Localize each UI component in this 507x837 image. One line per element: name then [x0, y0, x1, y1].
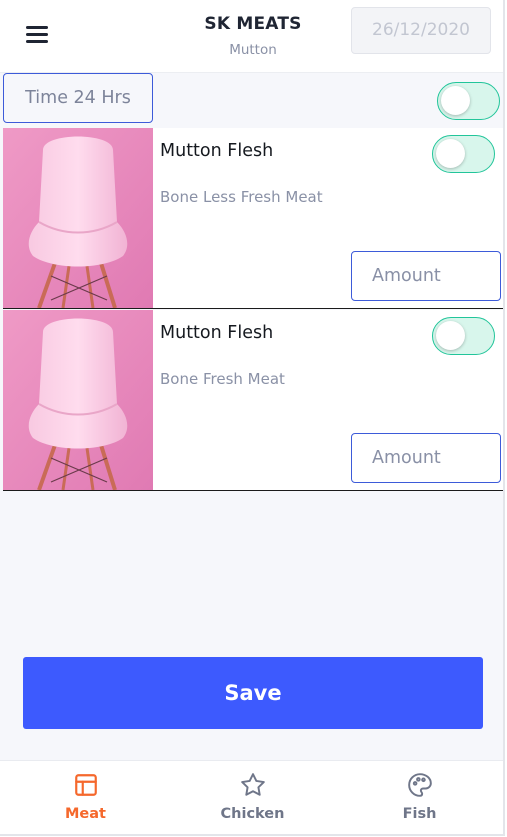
product-name: Mutton Flesh — [160, 141, 274, 161]
app-header: SK MEATS Mutton — [0, 0, 503, 73]
page-subtitle: Mutton — [229, 42, 277, 58]
product-image — [3, 310, 153, 490]
product-card: Mutton Flesh Bone Fresh Meat — [3, 310, 503, 491]
time-24hrs-filter[interactable]: Time 24 Hrs — [3, 73, 153, 123]
product-image — [3, 128, 153, 308]
page-title: SK MEATS — [204, 14, 302, 34]
star-icon — [241, 773, 265, 796]
app-frame: SK MEATS Mutton Time 24 Hrs — [0, 0, 505, 836]
toggle-knob — [436, 139, 465, 168]
toggle-knob — [441, 86, 470, 115]
nav-label-fish: Fish — [402, 806, 437, 822]
product-description: Bone Fresh Meat — [160, 370, 285, 388]
toggle-knob — [436, 321, 465, 350]
amount-input[interactable] — [351, 251, 501, 301]
amount-input[interactable] — [351, 433, 501, 483]
nav-item-meat[interactable]: Meat — [2, 761, 169, 834]
product-description: Bone Less Fresh Meat — [160, 188, 323, 206]
save-button[interactable]: Save — [23, 657, 483, 729]
nav-item-fish[interactable]: Fish — [336, 761, 503, 834]
layout-icon — [75, 774, 97, 796]
product-toggle[interactable] — [432, 317, 495, 355]
nav-item-chicken[interactable]: Chicken — [169, 761, 336, 834]
time-filter-toggle[interactable] — [437, 82, 500, 120]
date-field[interactable] — [351, 7, 491, 54]
hamburger-menu-icon[interactable] — [26, 26, 50, 46]
product-card: Mutton Flesh Bone Less Fresh Meat — [3, 128, 503, 309]
nav-label-meat: Meat — [65, 806, 106, 822]
palette-icon — [408, 773, 432, 797]
nav-label-chicken: Chicken — [220, 806, 285, 822]
bottom-navigation: Meat Chicken Fish — [0, 760, 503, 834]
product-name: Mutton Flesh — [160, 323, 274, 343]
product-toggle[interactable] — [432, 135, 495, 173]
